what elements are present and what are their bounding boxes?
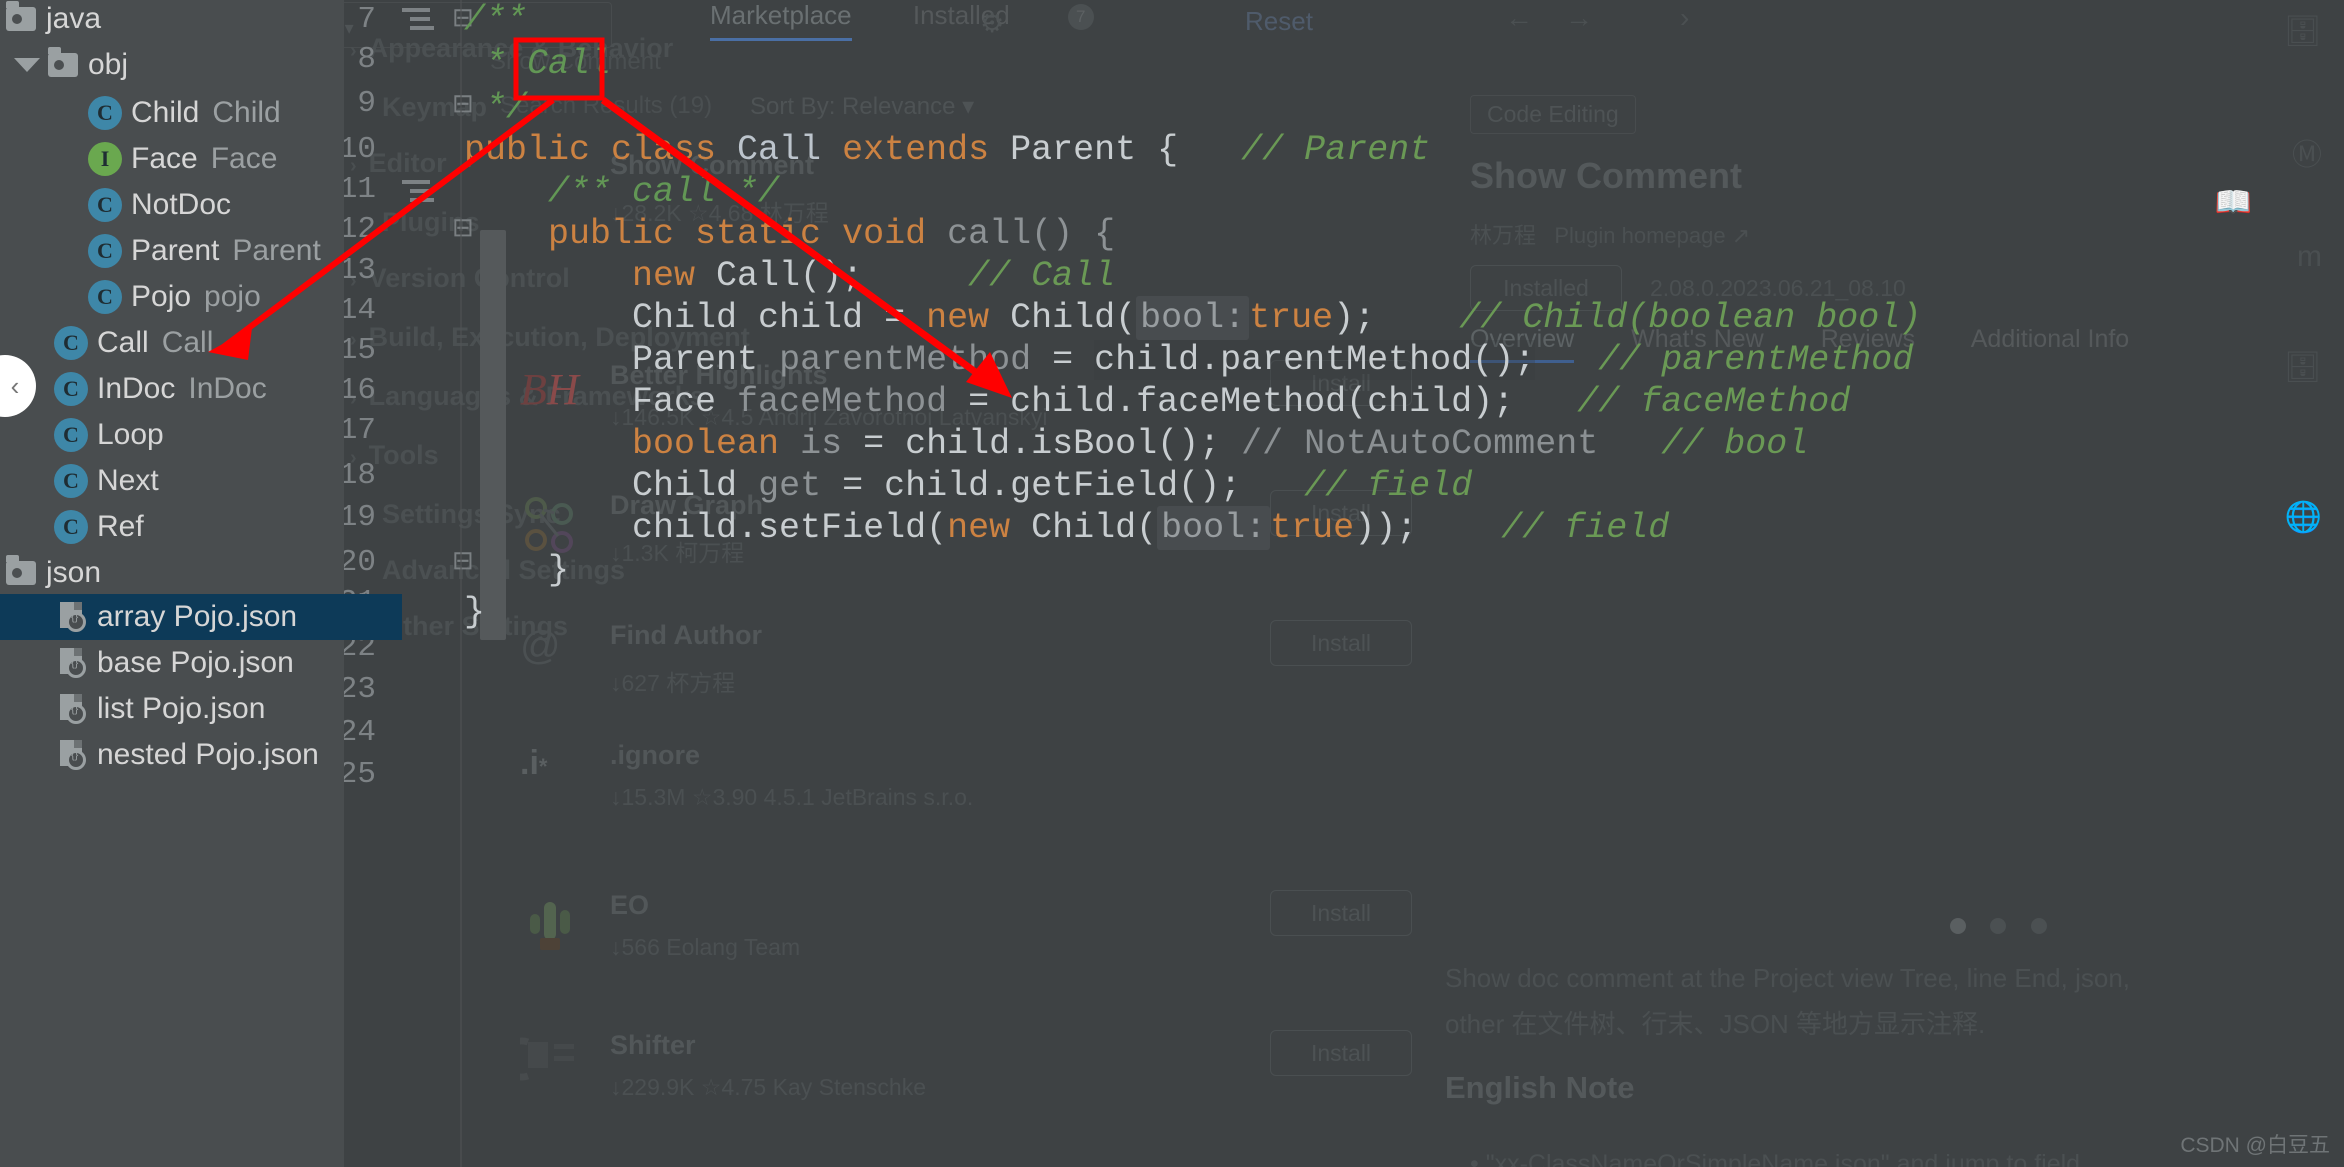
plugin-detail-tabs: Overview What's New Reviews Additional I… [1470,325,2179,363]
tab-marketplace[interactable]: Marketplace [710,0,852,41]
json-file-icon [58,692,88,726]
reset-button[interactable]: Reset [1245,6,1313,37]
tree-item-child[interactable]: C Child Child [0,90,432,136]
tree-item-notdoc[interactable]: C NotDoc [0,182,432,228]
tree-item-next[interactable]: C Next [0,458,398,504]
class-icon: C [88,188,122,222]
ignore-icon: .i* [520,744,548,782]
shifter-icon [500,1034,580,1094]
install-button[interactable]: Install [1270,360,1412,406]
tree-item-pojo[interactable]: C Pojo pojo [0,274,432,320]
installed-count-badge: 7 [1067,4,1094,31]
class-icon: C [54,326,88,360]
m-icon[interactable]: m [2297,240,2322,274]
class-icon: C [54,372,88,406]
folder-icon [48,47,78,77]
tab-additional-info[interactable]: Additional Info [1971,325,2129,353]
class-icon: C [88,280,122,314]
carousel-dot[interactable] [2030,918,2047,934]
tab-installed[interactable]: Installed 7 [913,0,1148,31]
carousel-dot[interactable] [1990,918,2007,934]
watermark: CSDN @白豆五 [2180,1134,2330,1157]
plugin-description-bullet: • "xx-ClassNameOrSimpleName.json" and ju… [1470,1150,2081,1167]
tree-item-array-pojo-json[interactable]: array Pojo.json [0,594,402,640]
tab-reviews[interactable]: Reviews [1821,325,1915,353]
json-file-icon [58,600,88,634]
plugin-description-heading: English Note [1445,1070,1635,1105]
plugin-description: Show doc comment at the Project view Tre… [1445,963,2131,1039]
plugin-detail-vendor: 林万程 Plugin homepage ↗ [1470,223,1751,248]
folder-icon [6,555,36,585]
class-icon: C [88,234,122,268]
json-file-icon [58,738,88,772]
tab-whats-new[interactable]: What's New [1631,325,1764,353]
install-button[interactable]: Install [1270,1030,1412,1076]
plugin-category-chip: Code Editing [1470,95,1636,134]
tree-item-json-folder[interactable]: json [0,550,350,596]
installed-button[interactable]: Installed [1470,265,1622,311]
tree-item-nested-pojo-json[interactable]: nested Pojo.json [0,732,402,778]
graph-icon [520,494,580,554]
folder-icon [6,1,36,31]
class-icon: C [54,418,88,452]
plugin-detail-panel: Code Editing Show Comment 林万程 Plugin hom… [1430,0,2344,1167]
carousel-dots[interactable] [1950,918,2067,939]
carousel-dot[interactable] [1950,918,1966,934]
cactus-icon [520,894,580,954]
install-button[interactable]: Install [1270,490,1412,536]
database-icon[interactable]: 🗄 [2284,350,2322,385]
gear-icon[interactable]: ⚙ [980,8,1004,39]
interface-icon: I [88,142,122,176]
plugins-search-input[interactable]: Show Comment [490,48,661,76]
database-icon[interactable]: 🗄 [2284,14,2322,49]
globe-icon[interactable]: 🌐 [2285,500,2322,535]
bh-icon: BH [520,365,579,414]
maven-icon[interactable]: Ⓜ [2292,130,2322,174]
tree-item-base-pojo-json[interactable]: base Pojo.json [0,640,402,686]
tree-item-call[interactable]: C Call Call [0,320,398,366]
chevron-down-icon[interactable] [14,58,40,72]
plugins-tabs: Marketplace Installed 7 [710,0,1202,41]
project-tree-panel: java obj C Child Child I Face Face C Not… [0,0,402,1167]
json-file-icon [58,646,88,680]
at-icon: @ [520,624,561,668]
install-button[interactable]: Install [1270,620,1412,666]
install-button[interactable]: Install [1270,890,1412,936]
plugins-panel: Marketplace Installed 7 ⚙ Reset ← → › Sho… [490,0,2344,1167]
plugin-version: 2.08.0.2023.06.21_08.10 [1650,275,1906,301]
class-icon: C [54,510,88,544]
sort-by-dropdown[interactable]: Sort By: Relevance ▾ [750,92,974,121]
tree-item-indoc[interactable]: C InDoc InDoc [0,366,398,412]
tree-item-face[interactable]: I Face Face [0,136,432,182]
tree-item-loop[interactable]: C Loop [0,412,398,458]
tree-item-parent[interactable]: C Parent Parent [0,228,432,274]
tree-item-java[interactable]: java [0,0,350,42]
class-icon: C [54,464,88,498]
tab-overview[interactable]: Overview [1470,325,1575,363]
right-tool-rail: 🗄 Ⓜ m 🗄 🌐 📖 [2215,0,2344,1167]
tree-item-ref[interactable]: C Ref [0,504,398,550]
plugin-detail-title: Show Comment [1470,155,1743,196]
screenshot-root: ⌕▾ ›Appearance & Behavior Keymap ›Editor… [0,0,2344,1167]
book-icon: 📖 [2214,186,2252,219]
tree-item-list-pojo-json[interactable]: list Pojo.json [0,686,402,732]
class-icon: C [88,96,122,130]
search-results-count: Search Results (19) [500,92,713,119]
tree-item-obj[interactable]: obj [0,42,358,88]
